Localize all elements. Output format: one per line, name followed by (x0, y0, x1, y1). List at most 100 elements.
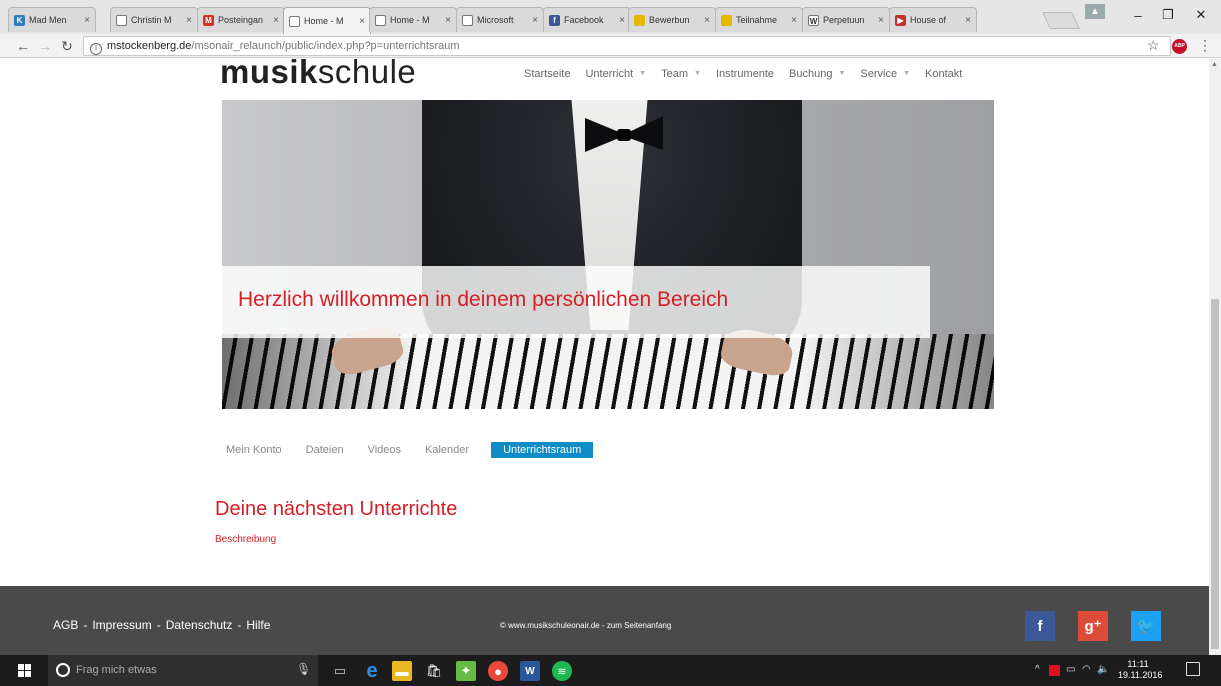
tray-app-icon[interactable] (1049, 665, 1060, 676)
footer-link-hilfe[interactable]: Hilfe (246, 618, 270, 632)
adblock-extension-icon[interactable]: ABP (1172, 39, 1187, 54)
facebook-icon[interactable]: f (1025, 611, 1055, 641)
tab-favicon-icon: ▶ (895, 14, 906, 26)
back-arrow-icon[interactable]: ← (13, 36, 33, 56)
chevron-down-icon: ▼ (838, 70, 846, 77)
nav-item-buchung[interactable]: Buchung ▼ (789, 68, 845, 80)
site-footer: AGB - Impressum - Datenschutz - Hilfe © www.mu… (0, 586, 1209, 655)
tab-close-icon[interactable]: × (965, 15, 971, 26)
footer-links: AGB - Impressum - Datenschutz - Hilfe (53, 618, 270, 632)
new-tab-button[interactable] (1042, 12, 1080, 29)
browser-tab[interactable]: K Mad Men × (8, 7, 96, 32)
tray-overflow-chevron-icon[interactable]: ^ (1035, 664, 1040, 675)
browser-tab[interactable]: Christin M × (110, 7, 198, 32)
task-view-icon[interactable]: ▭ (330, 661, 350, 681)
subnav-mein-konto[interactable]: Mein Konto (226, 444, 282, 456)
subnav-unterrichtsraum[interactable]: Unterrichtsraum (491, 442, 594, 458)
tab-favicon-icon (375, 14, 386, 26)
reload-icon[interactable]: ↻ (57, 36, 77, 56)
browser-tab[interactable]: M Posteingan × (197, 7, 285, 32)
info-icon[interactable]: i (90, 43, 102, 55)
tab-close-icon[interactable]: × (704, 15, 710, 26)
subnav-kalender[interactable]: Kalender (425, 444, 469, 456)
battery-icon[interactable]: ▭ (1066, 664, 1075, 675)
nav-item-instrumente[interactable]: Instrumente (716, 68, 774, 80)
tab-close-icon[interactable]: × (186, 15, 192, 26)
volume-icon[interactable]: 🔈 (1097, 664, 1109, 675)
bookmark-star-icon[interactable]: ☆ (1147, 37, 1160, 54)
upcoming-lessons-heading: Deine nächsten Unterrichte (215, 498, 458, 520)
browser-tab[interactable]: Bewerbun × (628, 7, 716, 32)
browser-tab[interactable]: Home - M × (369, 7, 457, 32)
footer-link-datenschutz[interactable]: Datenschutz (166, 618, 233, 632)
tab-close-icon[interactable]: × (791, 15, 797, 26)
subnav-dateien[interactable]: Dateien (306, 444, 344, 456)
photos-app-icon[interactable]: ✦ (456, 661, 476, 681)
scroll-up-arrow-icon[interactable]: ▲ (1211, 61, 1218, 68)
store-icon[interactable]: 🛍 (424, 661, 444, 681)
browser-menu-icon[interactable]: ⋮ (1198, 37, 1212, 54)
tab-favicon-icon: f (549, 14, 560, 26)
cortana-search-box[interactable]: Frag mich etwas 🎙 (48, 655, 318, 686)
browser-tab[interactable]: Home - M × (283, 7, 371, 34)
spotify-icon[interactable]: ≋ (552, 661, 572, 681)
footer-link-agb[interactable]: AGB (53, 618, 78, 632)
tab-title: Teilnahme (736, 15, 778, 25)
chevron-down-icon: ▼ (639, 70, 647, 77)
windows-taskbar: Frag mich etwas 🎙 ▭ e ▬ 🛍 ✦ ● W ≋ ^ ▭ ◠ … (0, 655, 1221, 686)
cortana-icon (56, 663, 70, 677)
windows-start-icon[interactable] (18, 664, 31, 677)
nav-item-startseite[interactable]: Startseite (524, 68, 570, 80)
scrollbar-thumb[interactable] (1211, 299, 1219, 649)
tab-close-icon[interactable]: × (619, 15, 625, 26)
tab-close-icon[interactable]: × (84, 15, 90, 26)
footer-link-impressum[interactable]: Impressum (92, 618, 151, 632)
profile-icon[interactable]: ▲ (1085, 4, 1105, 19)
action-center-icon[interactable] (1186, 662, 1200, 676)
nav-item-kontakt[interactable]: Kontakt (925, 68, 962, 80)
nav-item-unterricht[interactable]: Unterricht ▼ (585, 68, 646, 80)
tab-favicon-icon (634, 14, 645, 26)
tab-close-icon[interactable]: × (878, 15, 884, 26)
system-clock[interactable]: 11:11 19.11.2016 (1118, 659, 1163, 681)
tab-favicon-icon: W (808, 14, 819, 26)
browser-tab[interactable]: Microsoft × (456, 7, 544, 32)
google-plus-icon[interactable]: g⁺ (1078, 611, 1108, 641)
close-window-button[interactable]: ✕ (1183, 0, 1219, 30)
footer-copyright[interactable]: © www.musikschuleonair.de - zum Seitenan… (500, 621, 671, 630)
site-logo[interactable]: musikschule (220, 59, 416, 91)
clock-time: 11:11 (1127, 659, 1149, 669)
browser-toolbar: ← → ↻ i mstockenberg.de/msonair_relaunch/… (0, 34, 1221, 58)
maximize-button[interactable]: ❐ (1150, 0, 1186, 30)
edge-browser-icon[interactable]: e (362, 660, 382, 682)
file-explorer-icon[interactable]: ▬ (392, 661, 412, 681)
browser-tab[interactable]: ▶ House of × (889, 7, 977, 32)
footer-separator: - (156, 618, 161, 632)
microphone-icon[interactable]: 🎙 (296, 662, 311, 676)
chevron-down-icon: ▼ (694, 70, 701, 77)
tab-close-icon[interactable]: × (445, 15, 451, 26)
page-scrollbar[interactable]: ▲ (1209, 59, 1221, 655)
word-icon[interactable]: W (520, 661, 540, 681)
browser-tab[interactable]: Teilnahme × (715, 7, 803, 32)
main-navigation: Startseite Unterricht ▼ Team ▼ Instrumente Buc… (524, 68, 977, 80)
clock-date: 19.11.2016 (1118, 670, 1163, 680)
tab-title: Perpetuun (823, 15, 865, 25)
hero-banner: Herzlich willkommen in deinem persönlich… (222, 100, 994, 409)
tab-close-icon[interactable]: × (359, 16, 365, 27)
address-bar[interactable]: i mstockenberg.de/msonair_relaunch/public… (83, 36, 1171, 56)
forward-arrow-icon[interactable]: → (35, 36, 55, 56)
chrome-icon[interactable]: ● (488, 661, 508, 681)
twitter-icon[interactable]: 🐦 (1131, 611, 1161, 641)
tab-close-icon[interactable]: × (532, 15, 538, 26)
wifi-icon[interactable]: ◠ (1082, 664, 1091, 675)
subnav-videos[interactable]: Videos (368, 444, 401, 456)
footer-separator: - (237, 618, 242, 632)
browser-tab[interactable]: f Facebook × (543, 7, 631, 32)
tab-close-icon[interactable]: × (273, 15, 279, 26)
tab-title: Home - M (304, 16, 344, 26)
browser-tab[interactable]: W Perpetuun × (802, 7, 890, 32)
description-link[interactable]: Beschreibung (215, 534, 276, 545)
nav-item-service[interactable]: Service ▼ (860, 68, 910, 80)
nav-item-team[interactable]: Team ▼ (661, 68, 701, 80)
